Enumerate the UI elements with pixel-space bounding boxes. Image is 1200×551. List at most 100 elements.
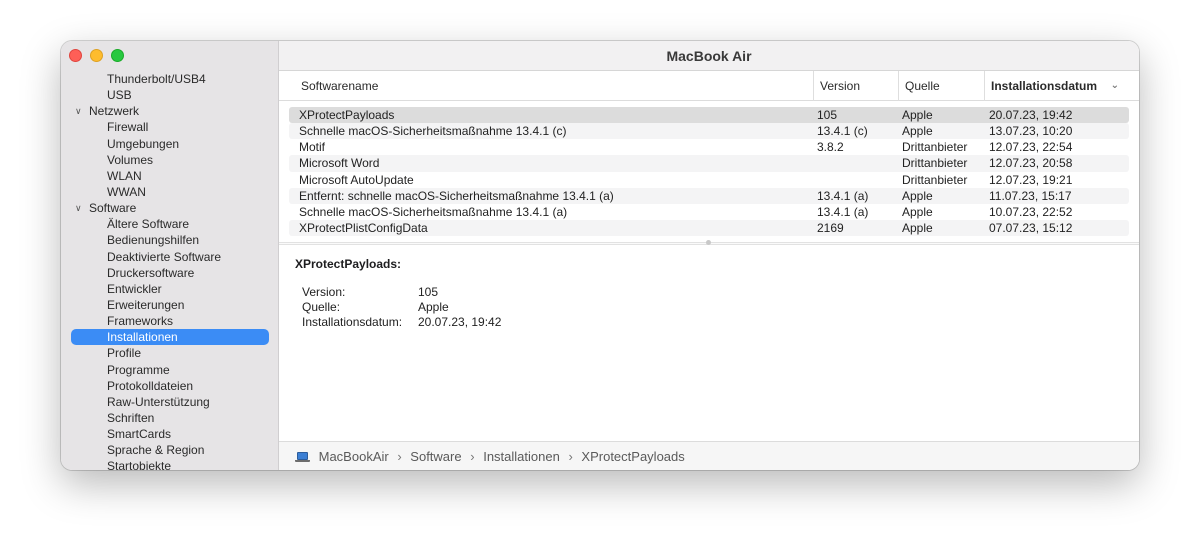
sidebar-group-netzwerk[interactable]: ∨ Netzwerk bbox=[71, 103, 269, 119]
cell-name: Entfernt: schnelle macOS-Sicherheitsmaßn… bbox=[299, 188, 614, 203]
cell-name: Microsoft AutoUpdate bbox=[299, 172, 414, 187]
sidebar-item-protokolldateien[interactable]: Protokolldateien bbox=[71, 378, 269, 394]
sidebar-item-deaktivierte-software[interactable]: Deaktivierte Software bbox=[71, 249, 269, 265]
sidebar-item-label: Profile bbox=[107, 346, 142, 361]
cell-source: Apple bbox=[902, 108, 933, 122]
sidebar-item-label: Software bbox=[89, 201, 137, 216]
chevron-down-icon: ⌄ bbox=[1110, 80, 1119, 91]
sidebar-item-bedienungshilfen[interactable]: Bedienungshilfen bbox=[71, 232, 269, 248]
sidebar-item-programme[interactable]: Programme bbox=[71, 362, 269, 378]
cell-name: Motif bbox=[299, 140, 326, 155]
sidebar-item-label: Bedienungshilfen bbox=[107, 233, 200, 248]
cell-version: 105 bbox=[817, 108, 838, 122]
table-row[interactable]: Schnelle macOS-Sicherheitsmaßnahme 13.4.… bbox=[289, 204, 1129, 220]
minimize-button[interactable] bbox=[90, 49, 103, 62]
sidebar-item-firewall[interactable]: Firewall bbox=[71, 119, 269, 135]
sidebar-item-sprache-region[interactable]: Sprache & Region bbox=[71, 442, 269, 458]
sidebar-item-volumes[interactable]: Volumes bbox=[71, 152, 269, 168]
sidebar-item-label: Programme bbox=[107, 362, 170, 377]
system-information-window: Thunderbolt/USB4 USB ∨ Netzwerk Firewall Umge… bbox=[61, 41, 1139, 470]
detail-value: 20.07.23, 19:42 bbox=[418, 315, 502, 329]
sidebar-item-profile[interactable]: Profile bbox=[71, 345, 269, 361]
cell-version: 13.4.1 (a) bbox=[817, 188, 869, 203]
sidebar-item-altere-software[interactable]: Ältere Software bbox=[71, 216, 269, 232]
table-row[interactable]: Microsoft Word Drittanbieter 12.07.23, 20:… bbox=[289, 155, 1129, 172]
sidebar: Thunderbolt/USB4 USB ∨ Netzwerk Firewall Umge… bbox=[61, 41, 279, 470]
column-header-version[interactable]: Version bbox=[813, 71, 898, 101]
sidebar-item-wwan[interactable]: WWAN bbox=[71, 184, 269, 200]
cell-name: XProtectPayloads bbox=[299, 108, 395, 122]
sidebar-item-label: Raw-Unterstützung bbox=[107, 394, 210, 409]
cell-date: 12.07.23, 22:54 bbox=[989, 140, 1073, 155]
sidebar-item-schriften[interactable]: Schriften bbox=[71, 410, 269, 426]
cell-source: Drittanbieter bbox=[902, 156, 968, 171]
breadcrumb-installationen[interactable]: Installationen bbox=[483, 449, 560, 464]
table-row[interactable]: Microsoft AutoUpdate Drittanbieter 12.07.2… bbox=[289, 172, 1129, 188]
table-header: Softwarename Version Quelle Installation… bbox=[279, 71, 1139, 101]
breadcrumb-software[interactable]: Software bbox=[410, 449, 461, 464]
sidebar-item-label: Druckersoftware bbox=[107, 265, 195, 280]
sidebar-item-entwickler[interactable]: Entwickler bbox=[71, 281, 269, 297]
table-row[interactable]: XProtectPlistConfigData 2169 Apple 07.07.23… bbox=[289, 219, 1129, 237]
sidebar-item-druckersoftware[interactable]: Druckersoftware bbox=[71, 265, 269, 281]
software-table: Softwarename Version Quelle Installation… bbox=[279, 71, 1139, 242]
cell-date: 12.07.23, 20:58 bbox=[989, 156, 1073, 171]
sidebar-item-smartcards[interactable]: SmartCards bbox=[71, 426, 269, 442]
sidebar-item-label: Firewall bbox=[107, 120, 149, 135]
cell-date: 13.07.23, 10:20 bbox=[989, 124, 1073, 139]
cell-date: 11.07.23, 15:17 bbox=[989, 188, 1072, 203]
sidebar-item-label: Protokolldateien bbox=[107, 378, 194, 393]
sidebar-item-label: Sprache & Region bbox=[107, 443, 205, 458]
detail-row-installationsdatum: Installationsdatum: 20.07.23, 19:42 bbox=[302, 315, 702, 330]
cell-version: 13.4.1 (c) bbox=[817, 124, 868, 139]
cell-name: Microsoft Word bbox=[299, 156, 380, 171]
sidebar-item-installationen[interactable]: Installationen bbox=[71, 329, 269, 346]
sidebar-item-label: WLAN bbox=[107, 168, 142, 183]
table-row[interactable]: Entfernt: schnelle macOS-Sicherheitsmaßn… bbox=[289, 187, 1129, 204]
cell-name: Schnelle macOS-Sicherheitsmaßnahme 13.4.… bbox=[299, 204, 568, 219]
sidebar-item-thunderbolt-usb4[interactable]: Thunderbolt/USB4 bbox=[71, 71, 269, 87]
sidebar-item-wlan[interactable]: WLAN bbox=[71, 168, 269, 184]
table-row[interactable]: Motif 3.8.2 Drittanbieter 12.07.23, 22:54 bbox=[289, 139, 1129, 155]
column-header-installationsdatum[interactable]: Installationsdatum ⌄ bbox=[984, 71, 1139, 101]
sidebar-item-raw-unterstutzung[interactable]: Raw-Unterstützung bbox=[71, 394, 269, 410]
detail-title: XProtectPayloads: bbox=[295, 257, 402, 271]
sidebar-item-frameworks[interactable]: Frameworks bbox=[71, 313, 269, 329]
sidebar-item-label: Schriften bbox=[107, 410, 155, 425]
sidebar-item-startobjekte[interactable]: Startobjekte bbox=[71, 458, 269, 470]
sidebar-item-label: Erweiterungen bbox=[107, 297, 185, 312]
breadcrumb-macbookair[interactable]: MacBookAir bbox=[319, 449, 389, 464]
detail-pane: XProtectPayloads: Version: 105 Quelle: A… bbox=[279, 245, 1139, 441]
sidebar-item-label: WWAN bbox=[107, 184, 146, 199]
cell-source: Drittanbieter bbox=[902, 172, 968, 187]
cell-date: 12.07.23, 19:21 bbox=[989, 172, 1073, 187]
sidebar-group-software[interactable]: ∨ Software bbox=[71, 200, 269, 216]
sidebar-item-erweiterungen[interactable]: Erweiterungen bbox=[71, 297, 269, 313]
detail-key: Quelle: bbox=[302, 300, 341, 314]
window-controls bbox=[69, 49, 124, 62]
breadcrumb-xprotectpayloads[interactable]: XProtectPayloads bbox=[581, 449, 684, 464]
disclosure-chevron-icon[interactable]: ∨ bbox=[75, 200, 82, 216]
cell-version: 2169 bbox=[817, 220, 844, 235]
detail-key: Version: bbox=[302, 285, 346, 299]
disclosure-chevron-icon[interactable]: ∨ bbox=[75, 103, 82, 119]
cell-source: Drittanbieter bbox=[902, 140, 968, 155]
sidebar-item-usb[interactable]: USB bbox=[71, 87, 269, 103]
sidebar-item-umgebungen[interactable]: Umgebungen bbox=[71, 136, 269, 152]
cell-source: Apple bbox=[902, 204, 933, 219]
sidebar-item-label: Volumes bbox=[107, 152, 154, 167]
column-header-softwarename[interactable]: Softwarename bbox=[295, 71, 813, 101]
column-header-quelle[interactable]: Quelle bbox=[898, 71, 984, 101]
table-row[interactable]: Schnelle macOS-Sicherheitsmaßnahme 13.4.… bbox=[289, 123, 1129, 140]
zoom-button[interactable] bbox=[111, 49, 124, 62]
cell-name: XProtectPlistConfigData bbox=[299, 220, 428, 235]
table-row[interactable]: XProtectPayloads 105 Apple 20.07.23, 19:42 bbox=[289, 107, 1129, 124]
sidebar-item-label: Netzwerk bbox=[89, 104, 140, 119]
cell-date: 07.07.23, 15:12 bbox=[989, 220, 1073, 235]
path-bar: MacBookAir › Software › Installationen ›… bbox=[279, 441, 1139, 470]
cell-version: 13.4.1 (a) bbox=[817, 204, 869, 219]
close-button[interactable] bbox=[69, 49, 82, 62]
chevron-right-icon: › bbox=[470, 449, 475, 464]
table-body: XProtectPayloads 105 Apple 20.07.23, 19:42 S… bbox=[279, 107, 1139, 237]
column-header-label: Installationsdatum bbox=[991, 79, 1098, 93]
